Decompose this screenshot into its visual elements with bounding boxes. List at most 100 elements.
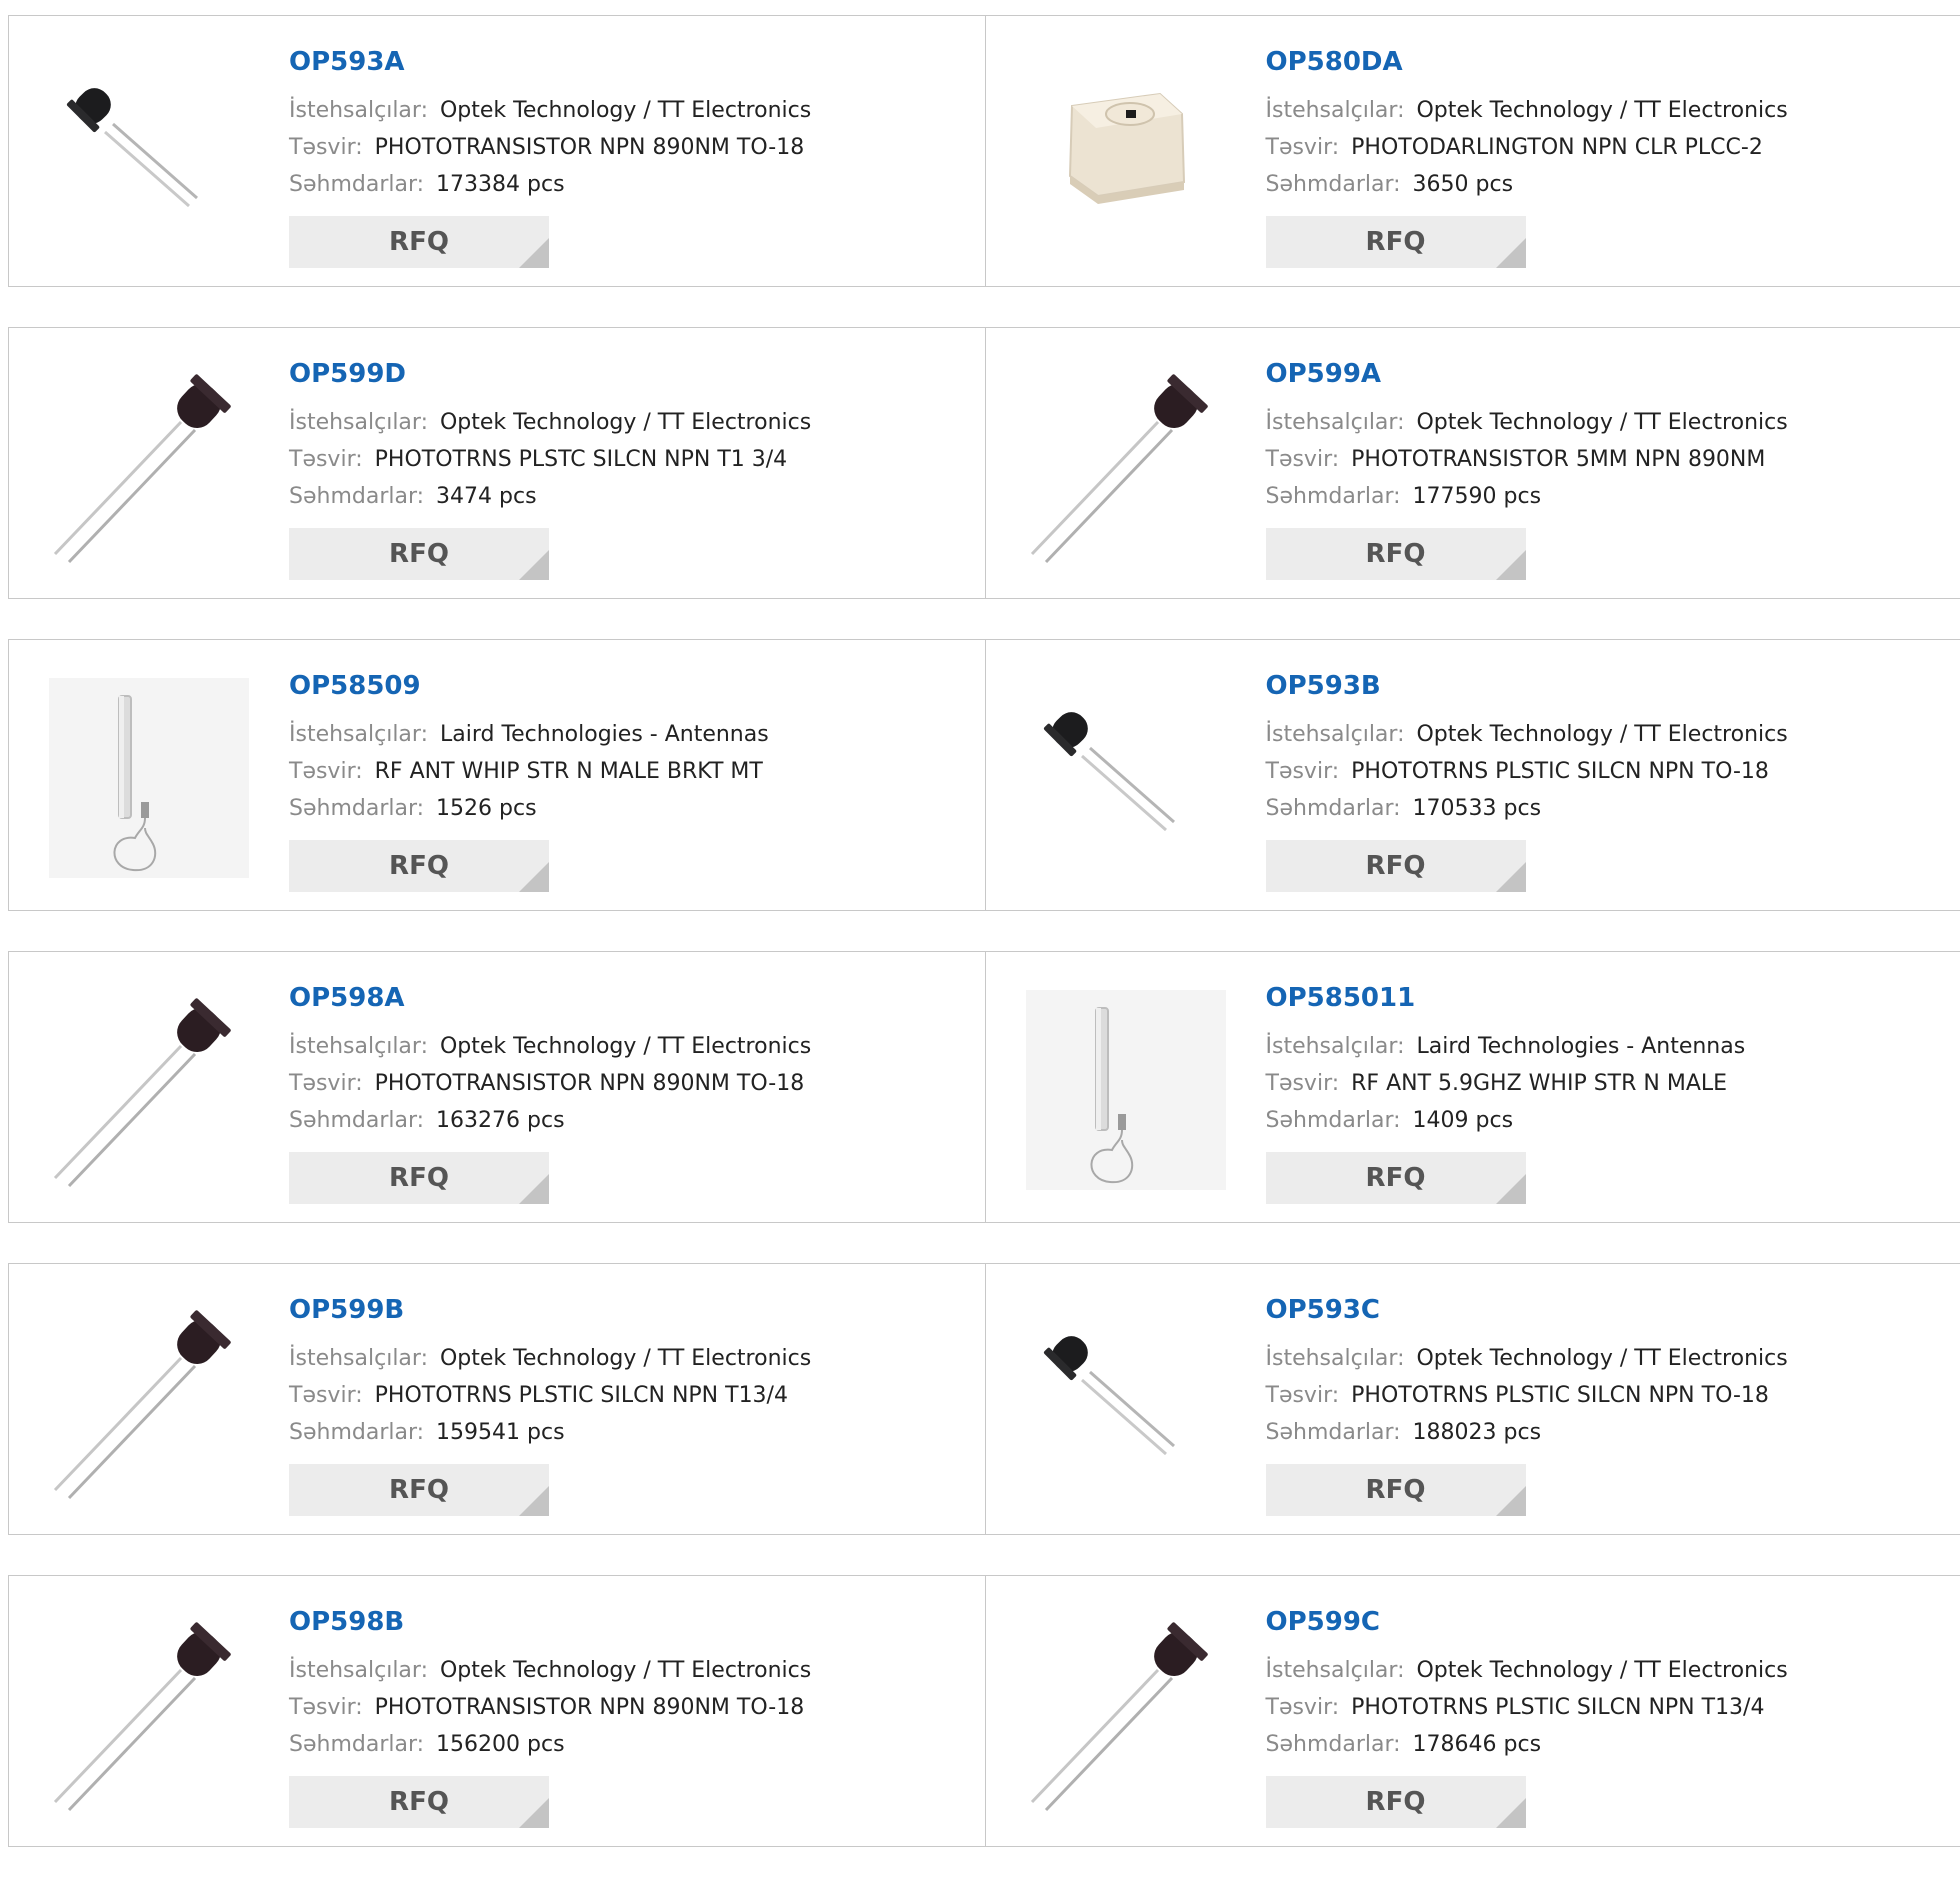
description-line: Təsvir: PHOTOTRNS PLSTC SILCN NPN T1 3/4 [289,441,811,478]
product-info: OP580DA İstehsalçılar:Optek Technology /… [1266,44,1788,268]
product-info: OP598A İstehsalçılar:Optek Technology / … [289,980,811,1204]
rfq-button[interactable]: RFQ [289,528,549,580]
part-number-link[interactable]: OP598B [289,1604,811,1640]
part-number-link[interactable]: OP598A [289,980,811,1016]
product-image-link[interactable] [1026,678,1226,878]
stock-label: Səhmdarlar: [1266,1420,1401,1445]
manufacturer-label: İstehsalçılar: [1266,1658,1405,1683]
rfq-button[interactable]: RFQ [289,840,549,892]
product-info: OP585011 İstehsalçılar:Laird Technologie… [1266,980,1746,1204]
manufacturer-value: Optek Technology / TT Electronics [1416,722,1787,747]
manufacturer-line: İstehsalçılar:Optek Technology / TT Elec… [289,1652,811,1689]
rfq-button[interactable]: RFQ [289,1776,549,1828]
rfq-button[interactable]: RFQ [289,216,549,268]
product-info: OP598B İstehsalçılar:Optek Technology / … [289,1604,811,1828]
stock-value: 173384 pcs [436,172,565,197]
manufacturer-line: İstehsalçılar:Optek Technology / TT Elec… [289,1028,811,1065]
stock-label: Səhmdarlar: [289,1420,424,1445]
product-image-link[interactable] [49,366,249,566]
product-card: OP598B İstehsalçılar:Optek Technology / … [9,1576,985,1846]
corner-triangle-icon [1496,1174,1526,1204]
product-image-link[interactable] [49,678,249,878]
rfq-label: RFQ [1366,1787,1426,1817]
rfq-button[interactable]: RFQ [1266,528,1526,580]
product-grid: OP593A İstehsalçılar:Optek Technology / … [8,15,1960,1887]
product-info: OP593B İstehsalçılar: Optek Technology / … [1266,668,1788,892]
product-card: OP599A İstehsalçılar:Optek Technology / … [985,328,1960,598]
description-line: Təsvir:PHOTOTRNS PLSTIC SILCN NPN T13/4 [1266,1689,1788,1726]
stock-line: Səhmdarlar:188023 pcs [1266,1414,1788,1451]
part-number-link[interactable]: OP580DA [1266,44,1788,80]
part-number-link[interactable]: OP599C [1266,1604,1788,1640]
manufacturer-label: İstehsalçılar: [1266,98,1405,123]
product-card: OP593B İstehsalçılar: Optek Technology / … [985,640,1960,910]
corner-triangle-icon [519,550,549,580]
product-row: OP599D İstehsalçılar: Optek Technology / … [8,327,1960,599]
stock-label: Səhmdarlar: [1266,484,1401,509]
rfq-label: RFQ [389,1475,449,1505]
rfq-button[interactable]: RFQ [1266,216,1526,268]
part-number-link[interactable]: OP58509 [289,668,769,704]
description-line: Təsvir:RF ANT WHIP STR N MALE BRKT MT [289,753,769,790]
product-info: OP599C İstehsalçılar: Optek Technology / … [1266,1604,1788,1828]
description-value: PHOTOTRANSISTOR NPN 890NM TO-18 [375,1071,805,1096]
stock-value: 1409 pcs [1413,1108,1514,1133]
description-line: Təsvir:PHOTOTRANSISTOR 5MM NPN 890NM [1266,441,1788,478]
rfq-button[interactable]: RFQ [289,1464,549,1516]
rfq-button[interactable]: RFQ [1266,1776,1526,1828]
product-image-link[interactable] [49,1302,249,1502]
stock-label: Səhmdarlar: [1266,796,1401,821]
manufacturer-value: Optek Technology / TT Electronics [1416,1346,1787,1371]
description-line: Təsvir:PHOTOTRNS PLSTIC SILCN NPN TO-18 [1266,753,1788,790]
description-value: PHOTOTRNS PLSTIC SILCN NPN T13/4 [375,1383,788,1408]
manufacturer-value: Optek Technology / TT Electronics [440,98,811,123]
stock-label: Səhmdarlar: [289,172,424,197]
part-number-link[interactable]: OP599A [1266,356,1788,392]
product-card: OP580DA İstehsalçılar:Optek Technology /… [985,16,1960,286]
smd-chip-icon [1026,54,1226,254]
product-image-link[interactable] [1026,54,1226,254]
manufacturer-value: Optek Technology / TT Electronics [1416,1658,1787,1683]
description-line: Təsvir:PHOTOTRANSISTOR NPN 890NM TO-18 [289,1065,811,1102]
rfq-button[interactable]: RFQ [1266,1152,1526,1204]
part-number-link[interactable]: OP585011 [1266,980,1746,1016]
description-value: PHOTOTRNS PLSTC SILCN NPN T1 3/4 [375,447,788,472]
description-label: Təsvir: [1266,135,1340,160]
product-row: OP598A İstehsalçılar:Optek Technology / … [8,951,1960,1223]
product-image-link[interactable] [49,54,249,254]
product-image-link[interactable] [1026,366,1226,566]
manufacturer-value: Laird Technologies - Antennas [1416,1034,1745,1059]
stock-line: Səhmdarlar:3650 pcs [1266,166,1788,203]
5mm-phototransistor-icon [49,990,249,1190]
description-label: Təsvir: [289,135,363,160]
5mm-phototransistor-icon [49,1302,249,1502]
product-image-link[interactable] [1026,1302,1226,1502]
stock-label: Səhmdarlar: [289,484,424,509]
part-number-link[interactable]: OP599D [289,356,811,392]
part-number-link[interactable]: OP593C [1266,1292,1788,1328]
rfq-label: RFQ [1366,1163,1426,1193]
manufacturer-label: İstehsalçılar: [1266,722,1405,747]
product-card: OP593A İstehsalçılar:Optek Technology / … [9,16,985,286]
rfq-button[interactable]: RFQ [1266,1464,1526,1516]
part-number-link[interactable]: OP599B [289,1292,811,1328]
rfq-button[interactable]: RFQ [289,1152,549,1204]
manufacturer-line: İstehsalçılar:Optek Technology / TT Elec… [289,1340,811,1377]
product-card: OP585011 İstehsalçılar:Laird Technologie… [985,952,1960,1222]
description-label: Təsvir: [289,1695,363,1720]
product-info: OP599A İstehsalçılar:Optek Technology / … [1266,356,1788,580]
product-image-link[interactable] [49,990,249,1190]
product-card: OP593C İstehsalçılar:Optek Technology / … [985,1264,1960,1534]
product-image-link[interactable] [49,1614,249,1814]
manufacturer-value: Optek Technology / TT Electronics [440,410,811,435]
rfq-button[interactable]: RFQ [1266,840,1526,892]
part-number-link[interactable]: OP593A [289,44,811,80]
product-image-link[interactable] [1026,1614,1226,1814]
manufacturer-label: İstehsalçılar: [289,1658,428,1683]
stock-label: Səhmdarlar: [289,796,424,821]
product-image-link[interactable] [1026,990,1226,1190]
description-label: Təsvir: [289,447,363,472]
manufacturer-label: İstehsalçılar: [1266,410,1405,435]
rfq-label: RFQ [1366,1475,1426,1505]
part-number-link[interactable]: OP593B [1266,668,1788,704]
